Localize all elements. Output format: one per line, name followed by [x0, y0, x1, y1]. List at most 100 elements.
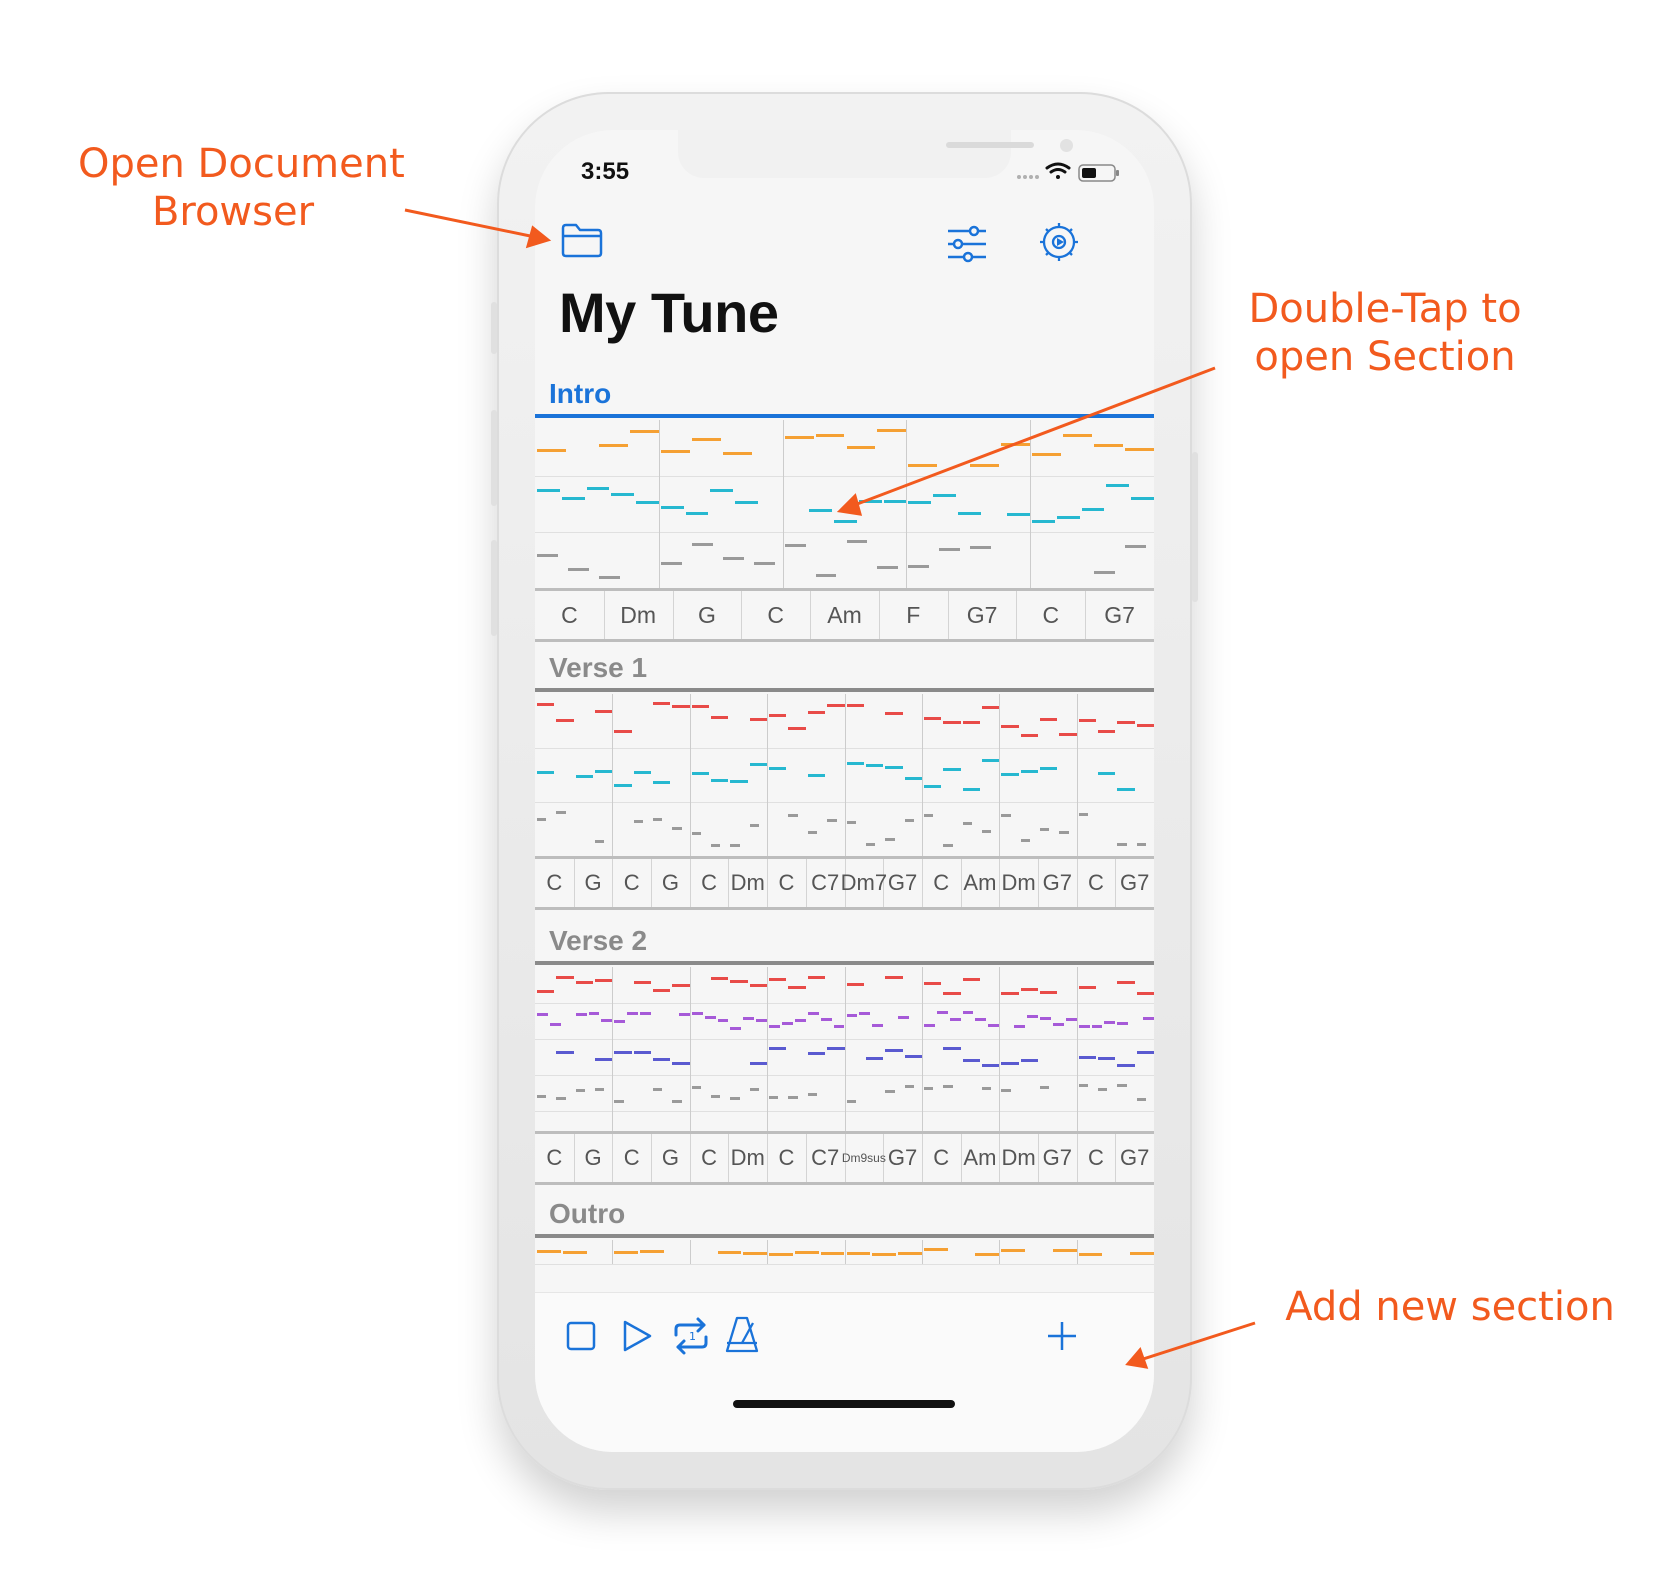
section-header-verse1[interactable]: Verse 1	[549, 652, 647, 684]
track-note	[788, 1096, 798, 1099]
section-header-intro[interactable]: Intro	[549, 378, 611, 410]
chord-row: C Dm G C Am F G7 C G7	[535, 588, 1154, 642]
track-note	[1020, 988, 1038, 991]
bar-line	[689, 1240, 691, 1264]
section-header-outro[interactable]: Outro	[549, 1198, 625, 1230]
chord-cell[interactable]: C	[690, 859, 730, 907]
chord-cell[interactable]: C	[690, 1134, 730, 1182]
chord-cell[interactable]: C	[535, 859, 575, 907]
chord-cell[interactable]: Dm	[999, 859, 1039, 907]
chord-cell[interactable]: C7	[806, 859, 846, 907]
track-note	[1097, 1057, 1116, 1060]
track-note	[943, 992, 961, 995]
track-note	[898, 1016, 909, 1019]
chord-cell[interactable]: G	[651, 859, 691, 907]
chord-cell[interactable]: C	[1016, 591, 1087, 639]
sliders-icon[interactable]	[946, 225, 988, 263]
chord-cell[interactable]: C	[767, 859, 807, 907]
chord-cell[interactable]: G7	[1115, 859, 1154, 907]
callout-double-tap-section: Double-Tap to open Section	[1248, 286, 1522, 380]
loop-icon[interactable]: 1	[670, 1315, 712, 1357]
chord-cell[interactable]: Am	[810, 591, 880, 639]
track-note	[1078, 719, 1096, 722]
chord-cell[interactable]: C	[922, 1134, 962, 1182]
chord-cell[interactable]: Dm	[604, 591, 674, 639]
track-note	[1125, 448, 1154, 451]
track-note	[827, 704, 845, 707]
section-header-verse2[interactable]: Verse 2	[549, 925, 647, 957]
chord-cell[interactable]: G7	[1085, 591, 1154, 639]
chord-cell[interactable]: Dm	[728, 859, 769, 907]
track-note	[794, 1251, 819, 1254]
bar-line	[999, 694, 1001, 856]
chord-cell[interactable]: Dm9sus	[842, 1134, 886, 1182]
track-note	[962, 721, 980, 724]
stop-icon[interactable]	[565, 1320, 597, 1352]
track-note	[1039, 1086, 1050, 1089]
chord-cell[interactable]: C	[535, 1134, 575, 1182]
track-note	[1078, 1056, 1096, 1059]
chord-cell[interactable]: G7	[1038, 859, 1078, 907]
chord-cell[interactable]: C	[612, 1134, 653, 1182]
bar-line	[612, 967, 614, 1131]
track-note	[614, 1100, 624, 1103]
track-note	[1130, 1252, 1154, 1255]
add-section-plus-icon[interactable]	[1045, 1319, 1079, 1353]
chord-cell[interactable]: C	[922, 859, 962, 907]
folder-icon[interactable]	[561, 222, 603, 258]
chord-cell[interactable]: F	[879, 591, 949, 639]
track-note	[769, 978, 787, 981]
track-note	[962, 1059, 980, 1062]
track-note	[711, 844, 721, 847]
track-note	[1007, 513, 1031, 516]
track-note	[807, 711, 826, 714]
track-note	[1106, 484, 1130, 487]
chord-cell[interactable]: G	[574, 859, 614, 907]
play-icon[interactable]	[620, 1318, 654, 1354]
chord-cell[interactable]: C	[535, 591, 605, 639]
track-note	[691, 832, 702, 835]
track-note	[833, 1025, 845, 1028]
chord-cell[interactable]: Dm	[999, 1134, 1039, 1182]
chord-cell[interactable]: G7	[883, 1134, 923, 1182]
track-note	[846, 446, 876, 449]
chord-cell[interactable]: G7	[883, 859, 923, 907]
chord-cell[interactable]: C	[612, 859, 653, 907]
battery-icon	[1078, 164, 1119, 182]
track-note	[1020, 734, 1038, 737]
gear-icon[interactable]	[1038, 221, 1080, 263]
metronome-icon[interactable]	[723, 1315, 761, 1355]
chord-cell[interactable]: C	[767, 1134, 807, 1182]
track-note	[1059, 733, 1077, 736]
track-note	[923, 814, 934, 817]
track-note	[743, 1017, 755, 1020]
chord-cell[interactable]: G7	[1115, 1134, 1154, 1182]
track-note	[908, 464, 938, 467]
track-note	[537, 1095, 547, 1098]
chord-cell[interactable]: C7	[806, 1134, 846, 1182]
track-note	[1032, 453, 1062, 456]
chord-cell[interactable]: G7	[1038, 1134, 1078, 1182]
speaker-grille	[946, 142, 1034, 148]
track-note	[537, 1250, 561, 1253]
track-note	[859, 1012, 871, 1015]
track-note	[769, 1096, 779, 1099]
chord-cell[interactable]: Dm7	[841, 859, 887, 907]
chord-cell[interactable]: G7	[948, 591, 1018, 639]
track-note	[614, 1051, 632, 1054]
chord-cell[interactable]: Dm	[728, 1134, 769, 1182]
chord-cell[interactable]: G	[651, 1134, 691, 1182]
chord-cell[interactable]: Am	[961, 1134, 1001, 1182]
chord-cell[interactable]: Am	[961, 859, 1001, 907]
track-note	[672, 827, 682, 830]
chord-cell[interactable]: C	[741, 591, 812, 639]
track-note	[1125, 545, 1146, 548]
chord-cell[interactable]: C	[1077, 1134, 1117, 1182]
chord-cell[interactable]: C	[1077, 859, 1117, 907]
track-note	[827, 819, 837, 822]
track-note	[957, 512, 981, 515]
chord-cell[interactable]: G	[574, 1134, 614, 1182]
track-note	[730, 1027, 742, 1030]
track-note	[672, 984, 690, 987]
chord-cell[interactable]: G	[673, 591, 743, 639]
